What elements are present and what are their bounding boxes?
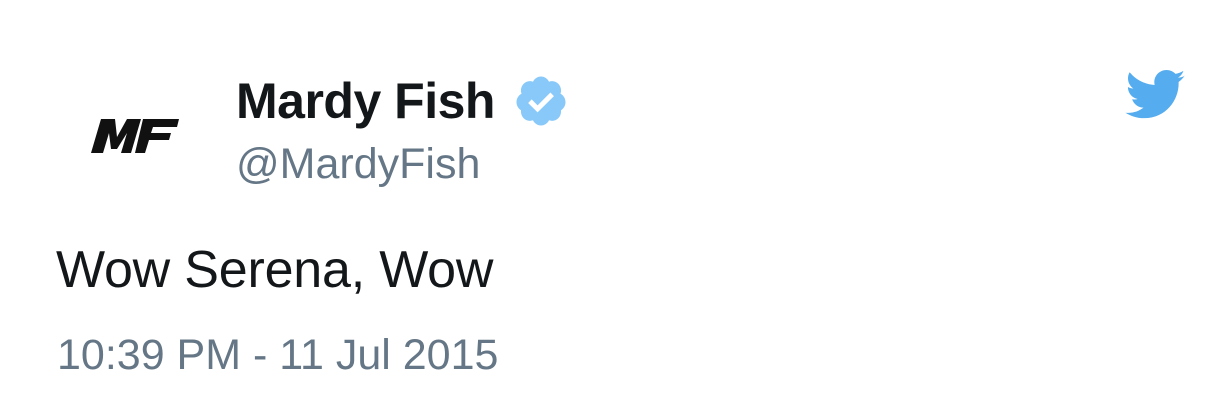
author-block: Mardy Fish @MardyFish	[236, 70, 569, 192]
twitter-bird-icon[interactable]	[1122, 68, 1186, 124]
verified-badge-icon	[513, 73, 569, 129]
tweet-card: Mardy Fish @MardyFish Wow Serena, Wow 10…	[0, 0, 1224, 406]
avatar[interactable]	[58, 60, 208, 210]
name-row: Mardy Fish	[236, 70, 569, 132]
tweet-timestamp[interactable]: 10:39 PM - 11 Jul 2015	[57, 326, 498, 384]
display-name[interactable]: Mardy Fish	[236, 70, 495, 132]
handle[interactable]: @MardyFish	[236, 136, 569, 192]
tweet-text: Wow Serena, Wow	[56, 241, 494, 299]
mf-logo-icon	[91, 119, 179, 153]
